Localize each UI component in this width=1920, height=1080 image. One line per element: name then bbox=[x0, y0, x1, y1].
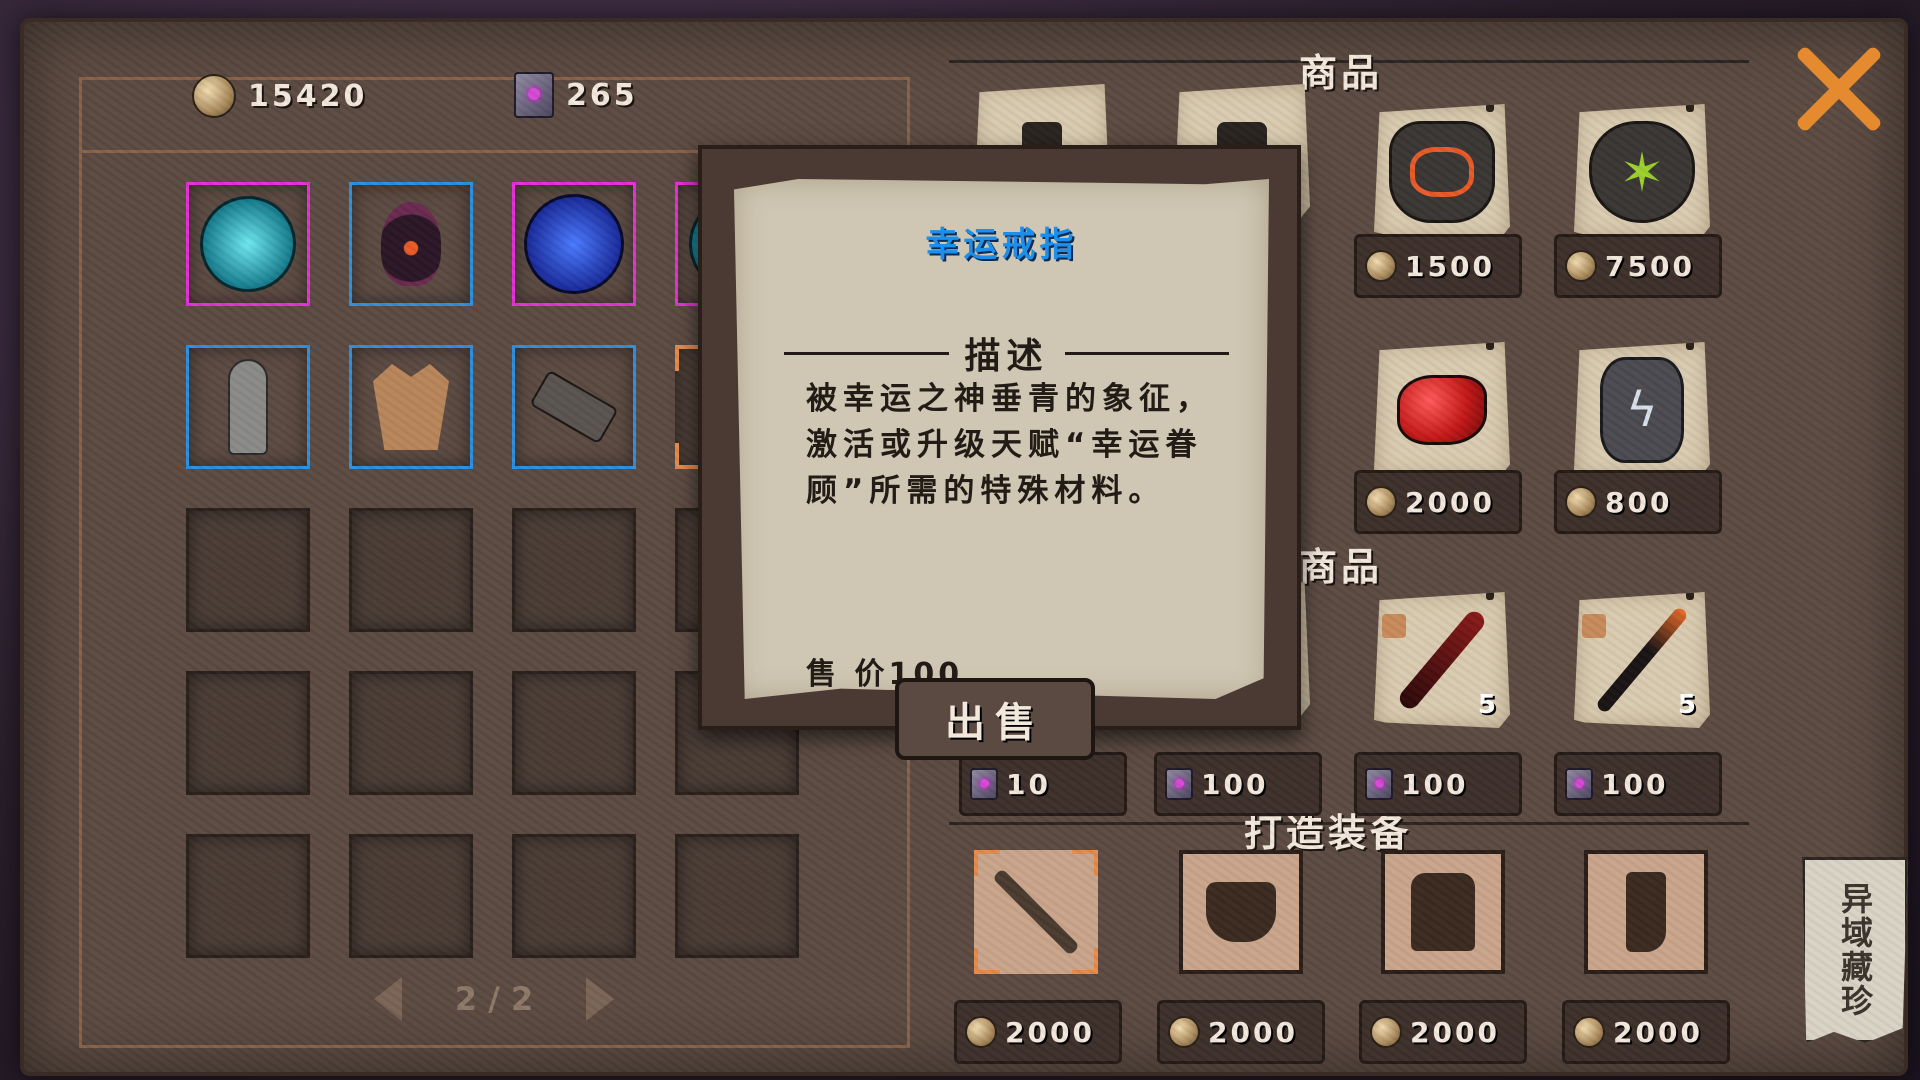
forge-item-sword[interactable] bbox=[974, 850, 1098, 974]
shop-item-card[interactable]: 5 bbox=[1574, 592, 1710, 728]
price-tag: 800 bbox=[1554, 470, 1722, 534]
coat-icon bbox=[1411, 873, 1475, 951]
price-tag: 2000 bbox=[1562, 1000, 1730, 1064]
boot-icon bbox=[1626, 872, 1666, 952]
red-blade-icon bbox=[1395, 607, 1489, 713]
lightning-stone-icon: ϟ bbox=[1600, 357, 1684, 463]
sword-icon bbox=[992, 868, 1080, 956]
description-header: 描述 bbox=[784, 327, 1230, 379]
beast-maw-stone-icon bbox=[1389, 121, 1495, 223]
tooltip-description: 被幸运之神垂青的象征， 激活或升级天赋“幸运眷 顾”所需的特殊材料。 bbox=[806, 381, 1213, 509]
price-tag: 100 bbox=[1154, 752, 1322, 816]
red-gem-icon bbox=[1397, 375, 1487, 445]
item-count: 5 bbox=[1477, 690, 1496, 720]
forge-item-hat[interactable] bbox=[1179, 850, 1303, 974]
dark-spear-icon bbox=[1594, 605, 1690, 715]
gold-counter: 15420 bbox=[192, 74, 367, 118]
price-tag: 100 bbox=[1554, 752, 1722, 816]
item-count: 5 bbox=[1677, 690, 1696, 720]
coin-icon bbox=[1365, 250, 1397, 282]
tooltip-title: 幸运戒指 bbox=[925, 225, 1078, 265]
coin-icon bbox=[1573, 1016, 1605, 1048]
shop-section-title-2: 商品 bbox=[1299, 545, 1384, 589]
tome-amount: 265 bbox=[566, 77, 638, 113]
price-tag: 2000 bbox=[1354, 470, 1522, 534]
shop-item-card[interactable]: ✶ bbox=[1574, 104, 1710, 240]
next-page-arrow-icon[interactable] bbox=[586, 977, 614, 1021]
price-tag: 2000 bbox=[1359, 1000, 1527, 1064]
inventory-slot[interactable] bbox=[512, 182, 636, 306]
coin-icon bbox=[1565, 250, 1597, 282]
price-tag: 100 bbox=[1354, 752, 1522, 816]
coin-icon bbox=[1370, 1016, 1402, 1048]
price-tag: 2000 bbox=[1157, 1000, 1325, 1064]
forge-item-boot[interactable] bbox=[1584, 850, 1708, 974]
item-tooltip: 幸运戒指 描述 被幸运之神垂青的象征， 激活或升级天赋“幸运眷 顾”所需的特殊材… bbox=[698, 145, 1301, 730]
coin-icon bbox=[192, 74, 236, 118]
tome-icon bbox=[1165, 768, 1193, 800]
shop-item-card[interactable] bbox=[1374, 104, 1510, 240]
crown-relic-icon bbox=[373, 364, 449, 450]
inventory-slot-empty[interactable] bbox=[512, 508, 636, 632]
inventory-slot-empty[interactable] bbox=[512, 834, 636, 958]
forge-item-coat[interactable] bbox=[1381, 850, 1505, 974]
puzzle-piece-icon bbox=[1582, 614, 1606, 638]
inventory-slot-empty[interactable] bbox=[186, 508, 310, 632]
tooltip-parchment: 幸运戒指 描述 被幸运之神垂青的象征， 激活或升级天赋“幸运眷 顾”所需的特殊材… bbox=[734, 179, 1269, 699]
inventory-slot-empty[interactable] bbox=[512, 671, 636, 795]
cyan-eye-rune-icon bbox=[200, 196, 296, 292]
shop-item-card[interactable]: 5 bbox=[1374, 592, 1510, 728]
prev-page-arrow-icon[interactable] bbox=[374, 977, 402, 1021]
gold-amount: 15420 bbox=[248, 78, 368, 114]
inventory-slot-empty[interactable] bbox=[186, 834, 310, 958]
inventory-pager: 2 / 2 bbox=[374, 977, 614, 1021]
inventory-slot-empty[interactable] bbox=[349, 671, 473, 795]
inventory-slot-empty[interactable] bbox=[349, 508, 473, 632]
inventory-slot[interactable] bbox=[349, 182, 473, 306]
dark-tentacle-eye-icon bbox=[381, 202, 441, 286]
tome-icon bbox=[1365, 768, 1393, 800]
coin-icon bbox=[965, 1016, 997, 1048]
inventory-slot[interactable] bbox=[186, 182, 310, 306]
tree-heart-stone-icon: ✶ bbox=[1589, 121, 1695, 223]
inventory-slot-empty[interactable] bbox=[675, 834, 799, 958]
tome-icon bbox=[514, 72, 554, 118]
tome-counter: 265 bbox=[514, 72, 638, 118]
sell-button[interactable]: 出售 bbox=[895, 678, 1095, 760]
puzzle-piece-icon bbox=[1382, 614, 1406, 638]
coin-icon bbox=[1565, 486, 1597, 518]
page-indicator: 2 / 2 bbox=[454, 980, 534, 1018]
price-tag: 7500 bbox=[1554, 234, 1722, 298]
close-icon[interactable] bbox=[1790, 40, 1886, 136]
inventory-slot[interactable] bbox=[186, 345, 310, 469]
hat-icon bbox=[1206, 882, 1276, 942]
inventory-slot-empty[interactable] bbox=[186, 671, 310, 795]
coin-icon bbox=[1168, 1016, 1200, 1048]
shop-item-card[interactable]: ϟ bbox=[1574, 342, 1710, 478]
tome-icon bbox=[1565, 768, 1593, 800]
shop-item-card[interactable] bbox=[1374, 342, 1510, 478]
inventory-slot[interactable] bbox=[512, 345, 636, 469]
coin-icon bbox=[1365, 486, 1397, 518]
inventory-slot-empty[interactable] bbox=[349, 834, 473, 958]
price-tag: 2000 bbox=[954, 1000, 1122, 1064]
tome-icon bbox=[970, 768, 998, 800]
shop-section-title: 商品 bbox=[1299, 51, 1384, 95]
statue-icon bbox=[228, 359, 268, 455]
hammer-icon bbox=[529, 369, 619, 445]
inventory-slot[interactable] bbox=[349, 345, 473, 469]
exotic-treasures-tab[interactable]: 异域藏珍 bbox=[1802, 857, 1908, 1043]
price-tag: 1500 bbox=[1354, 234, 1522, 298]
price-tag: 10 bbox=[959, 752, 1127, 816]
blue-chevron-rune-icon bbox=[524, 194, 624, 294]
